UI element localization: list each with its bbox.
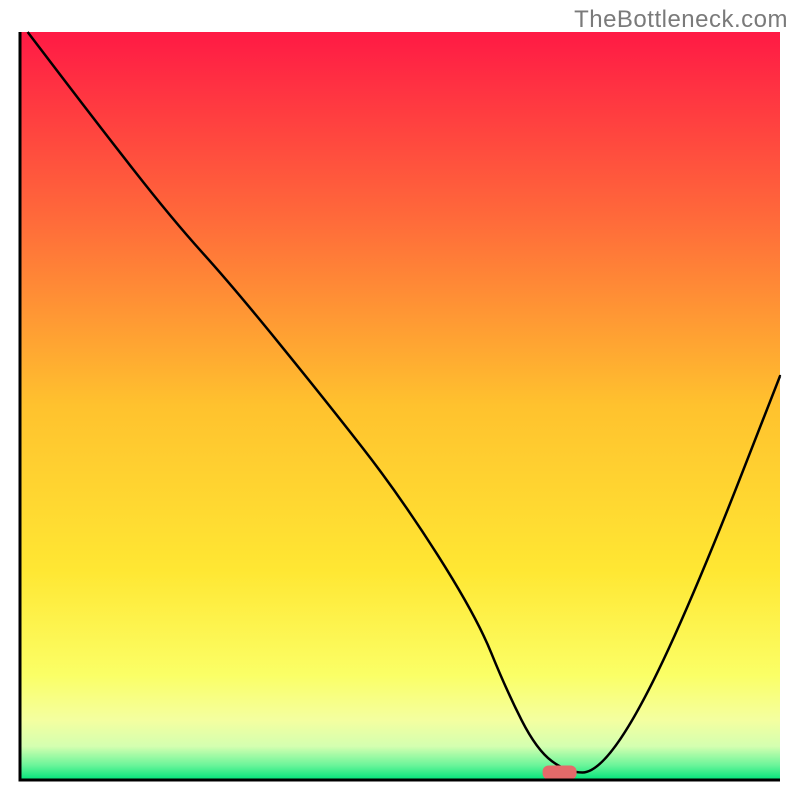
gradient-background (20, 32, 780, 780)
optimal-marker (543, 766, 577, 780)
chart-container: TheBottleneck.com (0, 0, 800, 800)
watermark-text: TheBottleneck.com (574, 6, 788, 34)
bottleneck-chart (0, 0, 800, 800)
